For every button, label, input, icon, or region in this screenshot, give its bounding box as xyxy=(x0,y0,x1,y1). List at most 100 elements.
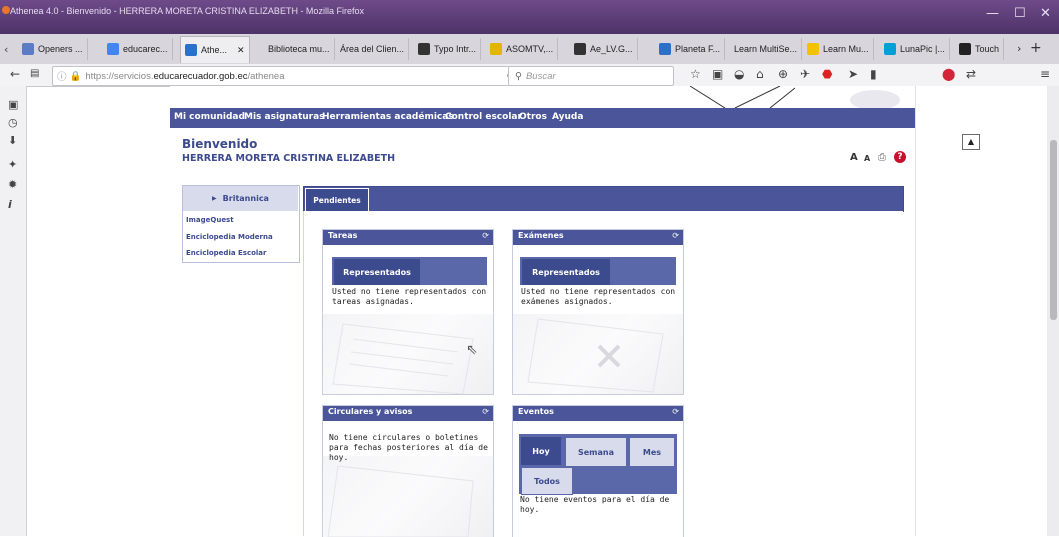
tab-typo[interactable]: Typo Intr... xyxy=(414,38,482,60)
bookmark-star-icon[interactable]: ☆ xyxy=(690,67,701,81)
info-i-icon[interactable]: i xyxy=(8,198,12,211)
pocket-icon[interactable]: ◒ xyxy=(734,67,744,81)
widget-circulares-avisos: Circulares y avisos ⟳ No tiene circulare… xyxy=(322,405,494,537)
extension-icon[interactable]: ⊕ xyxy=(778,67,788,81)
side-toolbar: ▣ ◷ ⬇ ✦ ✹ i xyxy=(0,86,27,536)
widget-background-art xyxy=(513,314,683,394)
refresh-icon[interactable]: ⟳ xyxy=(672,231,679,240)
new-tab-button[interactable]: + xyxy=(1030,40,1042,56)
url-domain: educarecuador.gob.ec xyxy=(153,70,248,82)
search-bar[interactable]: ⚲ Buscar xyxy=(508,66,674,86)
menu-icon[interactable]: ≡ xyxy=(1040,67,1050,81)
scroll-tabs-left-icon[interactable]: ‹ xyxy=(4,43,8,56)
download-icon[interactable]: ⬇ xyxy=(8,134,17,147)
link-imagequest[interactable]: ImageQuest xyxy=(186,216,234,224)
widget-title: Circulares y avisos xyxy=(328,407,413,416)
refresh-icon[interactable]: ⟳ xyxy=(482,231,489,240)
tab-hoy[interactable]: Hoy xyxy=(521,437,561,465)
tab-representados[interactable]: Representados xyxy=(334,259,420,285)
right-panel xyxy=(915,86,1048,536)
print-icon[interactable]: ⎙ xyxy=(878,152,886,163)
tab-favicon-icon xyxy=(418,43,430,55)
search-icon: ⚲ xyxy=(515,70,522,82)
font-size-decrease-icon[interactable]: A xyxy=(864,154,870,163)
menu-mi-comunidad[interactable]: Mi comunidad xyxy=(174,112,245,122)
tab-favicon-icon xyxy=(490,43,502,55)
tab-favicon-icon xyxy=(659,43,671,55)
tab-favicon-icon xyxy=(884,43,896,55)
menu-ayuda[interactable]: Ayuda xyxy=(552,112,583,122)
tab-lunapic[interactable]: LunaPic |... xyxy=(880,38,950,60)
adblock-icon[interactable]: ⬣ xyxy=(822,67,832,81)
widget-header: Eventos ⟳ xyxy=(513,406,683,421)
tab-favicon-icon xyxy=(807,43,819,55)
clipboard-icon[interactable]: ▣ xyxy=(712,67,723,81)
url-bar[interactable]: ⓘ 🔒 https://servicios. educarecuador.gob.… xyxy=(52,66,524,86)
window-title-bar: Athenea 4.0 - Bienvenido - HERRERA MORET… xyxy=(0,0,1059,34)
menu-control-escolar[interactable]: Control escolar xyxy=(445,112,522,122)
history-icon[interactable]: ◷ xyxy=(8,116,18,129)
tab-mes[interactable]: Mes xyxy=(629,437,675,467)
back-icon[interactable]: ← xyxy=(10,67,20,81)
tab-planeta[interactable]: Planeta F... xyxy=(655,38,726,60)
sidebar-toggle-icon[interactable]: ▣ xyxy=(8,98,18,111)
caret-right-icon: ▶ xyxy=(212,195,217,202)
close-window-button[interactable]: ✕ xyxy=(1040,6,1051,21)
scroll-tabs-right-icon[interactable]: › xyxy=(1017,42,1021,55)
tab-asomtv[interactable]: ASOMTV,... xyxy=(486,38,559,60)
tab-favicon-icon xyxy=(959,43,971,55)
eventos-empty-message: No tiene eventos para el día de hoy. xyxy=(520,495,680,515)
tareas-empty-message: Usted no tiene representados con tareas … xyxy=(332,287,487,306)
tab-biblioteca[interactable]: Biblioteca mu... xyxy=(264,38,335,60)
share-icon[interactable]: ⇄ xyxy=(966,67,976,81)
minimize-button[interactable]: — xyxy=(986,6,999,21)
tab-learn-multise[interactable]: Learn MultiSe... xyxy=(730,38,803,60)
widget-title: Tareas xyxy=(328,231,358,240)
send-icon[interactable]: ✈ xyxy=(800,67,810,81)
info-icon[interactable]: ⓘ xyxy=(57,69,67,83)
content-tab-bar xyxy=(303,186,904,212)
tab-favicon-icon xyxy=(574,43,586,55)
search-placeholder: Buscar xyxy=(525,70,556,82)
menu-otros[interactable]: Otros xyxy=(519,112,547,122)
tab-todos[interactable]: Todos xyxy=(521,467,573,495)
tab-ae-lvg[interactable]: Ae_LV.G... xyxy=(570,38,638,60)
circulares-empty-message: No tiene circulares o boletines para fec… xyxy=(329,433,488,462)
addons-icon[interactable]: ✦ xyxy=(8,158,17,171)
tab-representados[interactable]: Representados xyxy=(522,259,610,285)
pinterest-icon[interactable]: ⬤ xyxy=(942,67,955,81)
close-tab-icon[interactable]: ✕ xyxy=(237,45,245,56)
menu-herramientas-academicas[interactable]: Herramientas académicas xyxy=(322,112,454,122)
user-name: HERRERA MORETA CRISTINA ELIZABETH xyxy=(182,153,396,164)
library-icon[interactable]: ▮ xyxy=(870,67,877,81)
tab-learn-mu[interactable]: Learn Mu... xyxy=(803,38,874,60)
tab-pendientes[interactable]: Pendientes xyxy=(305,188,369,211)
maximize-button[interactable]: ☐ xyxy=(1014,6,1026,21)
tab-area-cliente[interactable]: Área del Clien... xyxy=(336,38,410,60)
link-enciclopedia-escolar[interactable]: Enciclopedia Escolar xyxy=(186,249,266,257)
font-size-increase-icon[interactable]: A xyxy=(850,152,858,163)
link-enciclopedia-moderna[interactable]: Enciclopedia Moderna xyxy=(186,233,273,241)
tab-touch[interactable]: Touch xyxy=(955,38,1005,60)
tab-athenea[interactable]: Athe... ✕ xyxy=(180,36,250,63)
refresh-icon[interactable]: ⟳ xyxy=(482,407,489,416)
widget-header: Tareas ⟳ xyxy=(323,230,493,245)
arrow-icon[interactable]: ➤ xyxy=(848,67,858,81)
settings-icon[interactable]: ✹ xyxy=(8,178,17,191)
welcome-heading: Bienvenido xyxy=(182,137,258,151)
scroll-top-button[interactable]: ▲ xyxy=(962,134,980,150)
widget-title: Exámenes xyxy=(518,231,564,240)
britannica-header[interactable]: ▶ Britannica xyxy=(183,186,298,211)
help-icon[interactable]: ? xyxy=(894,151,906,163)
menu-mis-asignaturas[interactable]: Mis asignaturas xyxy=(244,112,325,122)
url-path: /athenea xyxy=(247,70,285,82)
tab-educarec[interactable]: educarec... xyxy=(103,38,173,60)
tab-favicon-icon xyxy=(22,43,34,55)
scrollbar-thumb[interactable] xyxy=(1050,140,1057,320)
reader-icon[interactable]: ▤ xyxy=(30,68,39,79)
home-icon[interactable]: ⌂ xyxy=(756,67,764,81)
tab-openers[interactable]: Openers ... xyxy=(18,38,88,60)
refresh-icon[interactable]: ⟳ xyxy=(672,407,679,416)
url-prefix: https://servicios. xyxy=(85,70,154,82)
tab-semana[interactable]: Semana xyxy=(565,437,627,467)
